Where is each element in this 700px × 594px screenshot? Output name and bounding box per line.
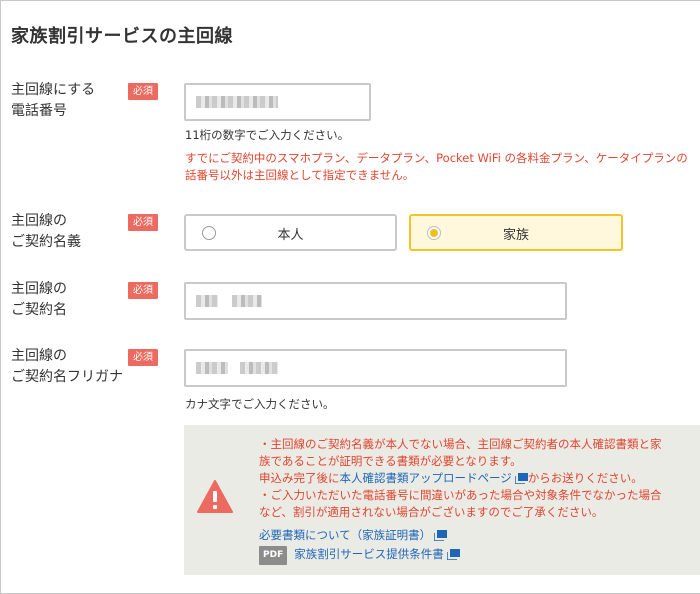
notice-line3-post: からお送りください。	[527, 471, 643, 485]
name-label: 主回線の ご契約名	[11, 279, 67, 321]
required-badge: 必須	[128, 349, 158, 366]
masked-value	[232, 295, 262, 307]
radio-self-label: 本人	[277, 228, 304, 243]
upload-page-link[interactable]: 本人確認書類アップロードページ	[340, 471, 512, 485]
holder-label-line1: 主回線の	[11, 213, 67, 229]
external-window-icon[interactable]	[514, 473, 528, 484]
phone-label-line2: 電話番号	[11, 103, 67, 119]
kana-hint: カナ文字でご入力ください。	[185, 397, 335, 411]
notice-line5: など、割引が適用されない場合がございますのでご了承ください。	[259, 505, 604, 519]
masked-value	[240, 362, 278, 374]
phone-label: 主回線にする 電話番号	[11, 80, 95, 122]
terms-document-link[interactable]: 家族割引サービス提供条件書	[294, 547, 444, 561]
phone-error-line2: 話番号以外は主回線として指定できません。	[185, 168, 415, 182]
phone-error-line1: すでにご契約中のスマホプラン、データプラン、Pocket WiFi の各料金プラ…	[185, 151, 688, 165]
external-window-icon[interactable]	[446, 549, 460, 560]
notice-box: ・主回線のご契約名義が本人でない場合、主回線ご契約者の本人確認書類と家 族である…	[184, 425, 700, 575]
notice-line1: ・主回線のご契約名義が本人でない場合、主回線ご契約者の本人確認書類と家	[259, 437, 662, 451]
pdf-badge: PDF	[259, 546, 288, 565]
contract-name-input[interactable]	[184, 282, 567, 320]
terms-link-row: PDF 家族割引サービス提供条件書	[259, 546, 460, 565]
phone-number-input[interactable]	[184, 83, 371, 121]
radio-family-label: 家族	[502, 228, 529, 243]
required-badge: 必須	[128, 83, 158, 100]
external-window-icon[interactable]	[434, 530, 448, 541]
required-documents-link[interactable]: 必要書類について（家族証明書）	[259, 528, 431, 542]
phone-label-line1: 主回線にする	[11, 82, 96, 98]
required-badge: 必須	[128, 214, 158, 231]
masked-value	[196, 362, 228, 374]
masked-value	[196, 96, 278, 108]
name-label-line2: ご契約名	[11, 302, 67, 318]
masked-value	[196, 295, 218, 307]
notice-line3-pre: 申込み完了後に	[259, 471, 340, 485]
kana-label-line2: ご契約名フリガナ	[11, 369, 123, 385]
notice-line4: ・ご入力いただいた電話番号に間違いがあった場合や対象条件でなかった場合	[259, 488, 662, 502]
notice-line3: 申込み完了後に本人確認書類アップロードページ からお送りください。	[259, 470, 643, 487]
documents-link-row: 必要書類について（家族証明書）	[259, 527, 448, 544]
holder-label-line2: ご契約名義	[11, 234, 81, 250]
page-title: 家族割引サービスの主回線	[11, 26, 233, 47]
phone-hint: 11桁の数字でご入力ください。	[185, 128, 350, 142]
warning-icon	[197, 480, 233, 513]
contract-name-kana-input[interactable]	[184, 349, 567, 387]
name-label-line1: 主回線の	[11, 281, 67, 297]
radio-self[interactable]: 本人	[184, 214, 397, 251]
required-badge: 必須	[128, 282, 158, 299]
notice-line2: 族であることが証明できる書類が必要となります。	[259, 454, 522, 468]
kana-label: 主回線の ご契約名フリガナ	[11, 346, 123, 388]
kana-label-line1: 主回線の	[11, 348, 67, 364]
holder-label: 主回線の ご契約名義	[11, 211, 81, 253]
radio-family[interactable]: 家族	[409, 214, 623, 251]
phone-error-message: すでにご契約中のスマホプラン、データプラン、Pocket WiFi の各料金プラ…	[185, 150, 688, 184]
